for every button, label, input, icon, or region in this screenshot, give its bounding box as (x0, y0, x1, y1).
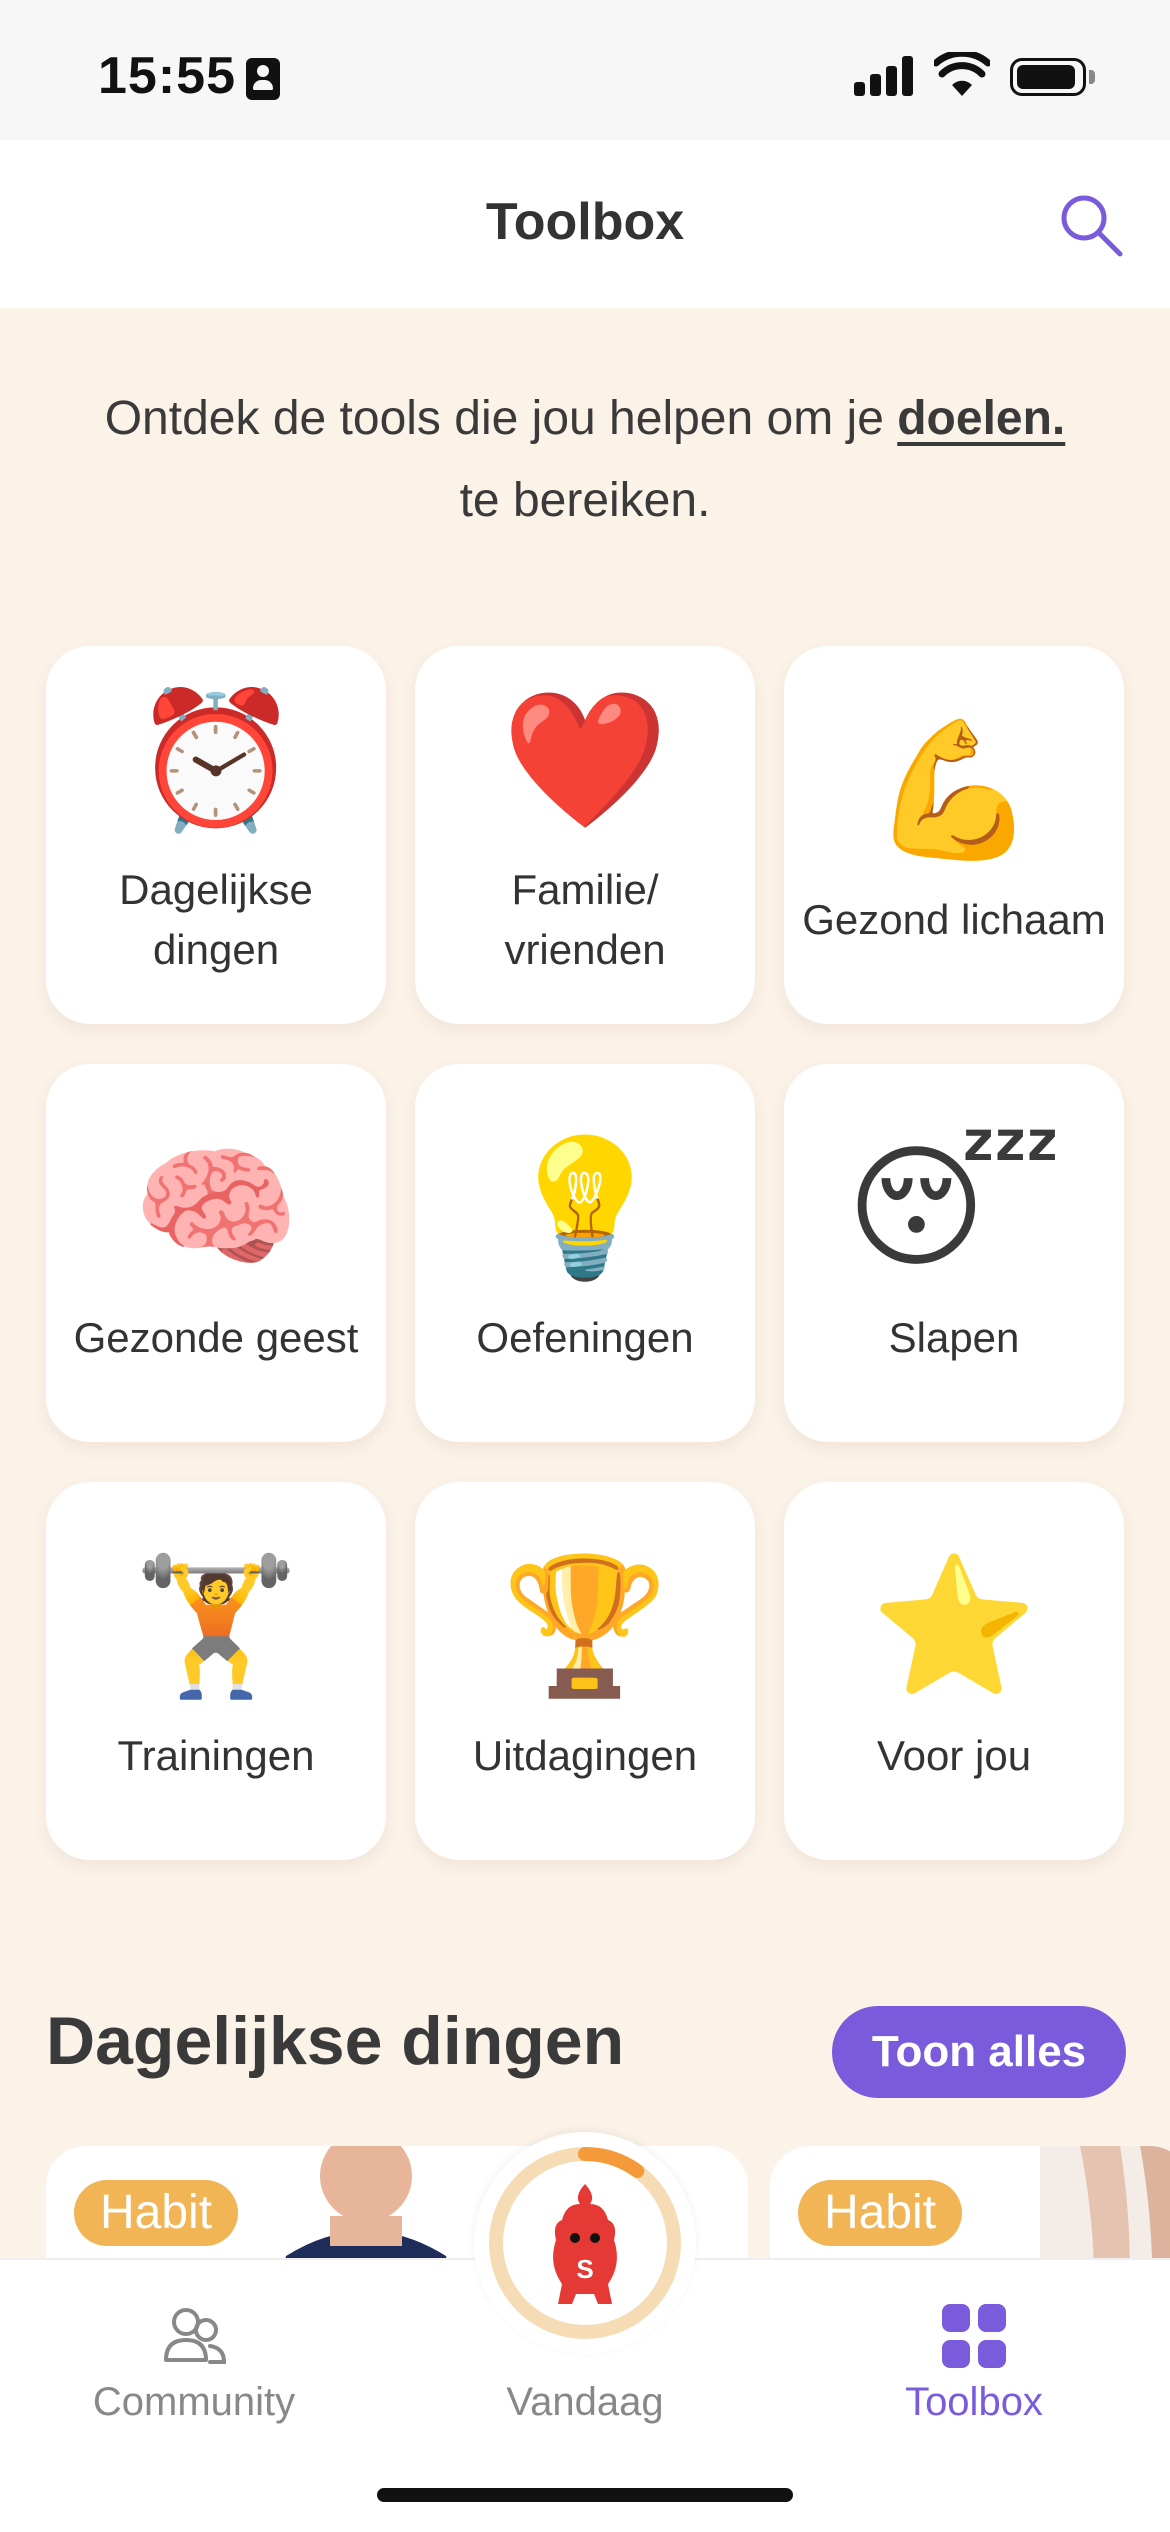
show-all-button[interactable]: Toon alles (832, 2006, 1126, 2098)
category-label: Slapen (888, 1314, 1020, 1361)
trophy-icon: 🏆 (501, 1552, 669, 1701)
tab-community[interactable]: Community (44, 2260, 344, 2460)
progress-ring: S (489, 2147, 681, 2339)
today-mascot-button[interactable]: S (474, 2132, 696, 2354)
category-tile-exercises[interactable]: 💡 Oefeningen (415, 1064, 755, 1442)
category-label: Dagelijkse dingen (119, 866, 313, 973)
battery-tip (1089, 70, 1095, 84)
tab-label: Toolbox (905, 2380, 1043, 2424)
brain-icon: 🧠 (132, 1134, 300, 1283)
weight-lifter-icon: 🏋️ (132, 1552, 300, 1701)
category-label: Voor jou (876, 1732, 1032, 1779)
alarm-clock-icon: ⏰ (132, 686, 300, 835)
category-label: Familie/vrienden (504, 866, 666, 973)
header: Toolbox (0, 140, 1170, 308)
category-tile-daily-things[interactable]: ⏰ Dagelijkse dingen (46, 646, 386, 1024)
community-icon (164, 2308, 227, 2364)
mascot-icon: S (553, 2184, 617, 2304)
category-tile-for-you[interactable]: ⭐ Voor jou (784, 1482, 1124, 1860)
habit-badge: Habit (74, 2180, 239, 2246)
category-tile-healthy-body[interactable]: 💪 Gezond lichaam (784, 646, 1124, 1024)
flexed-biceps-icon: 💪 (870, 716, 1038, 865)
light-bulb-icon: 💡 (501, 1134, 669, 1283)
category-tile-challenges[interactable]: 🏆 Uitdagingen (415, 1482, 755, 1860)
intro-text-before: Ontdek de tools die jou helpen om je (104, 392, 898, 445)
category-label: Oefeningen (476, 1314, 694, 1361)
svg-text:S: S (576, 2254, 593, 2284)
wifi-icon (934, 52, 990, 96)
battery-icon (1010, 58, 1086, 96)
home-indicator (377, 2488, 793, 2502)
category-label: Trainingen (117, 1732, 315, 1779)
status-time: 15:55 (98, 47, 236, 105)
section-title: Dagelijkse dingen (46, 2003, 625, 2079)
tab-label: Community (92, 2380, 296, 2424)
category-tile-trainings[interactable]: 🏋️ Trainingen (46, 1482, 386, 1860)
search-icon[interactable] (1054, 188, 1128, 262)
goals-link[interactable]: doelen. (897, 392, 1065, 445)
star-icon: ⭐ (870, 1552, 1038, 1701)
category-label: Uitdagingen (472, 1732, 698, 1779)
category-label: Gezonde geest (73, 1314, 359, 1361)
habit-badge: Habit (798, 2180, 963, 2246)
category-tile-healthy-mind[interactable]: 🧠 Gezonde geest (46, 1064, 386, 1442)
intro-text: Ontdek de tools die jou helpen om je doe… (60, 378, 1110, 542)
status-bar: 15:55 (0, 0, 1170, 140)
page-title: Toolbox (485, 193, 685, 251)
heart-icon: ❤️ (501, 686, 669, 835)
category-tile-sleep[interactable]: 😴 Slapen (784, 1064, 1124, 1442)
intro-text-after: te bereiken. (459, 474, 711, 527)
tab-toolbox[interactable]: Toolbox (824, 2260, 1124, 2460)
contact-card-icon (246, 58, 280, 100)
tab-label: Vandaag (506, 2380, 664, 2424)
category-tile-family-friends[interactable]: ❤️ Familie/vrienden (415, 646, 755, 1024)
category-label: Gezond lichaam (802, 896, 1106, 943)
sleeping-face-icon: 😴 (846, 1134, 1062, 1283)
cellular-signal-icon (854, 56, 914, 96)
toolbox-grid-icon (942, 2304, 1006, 2368)
